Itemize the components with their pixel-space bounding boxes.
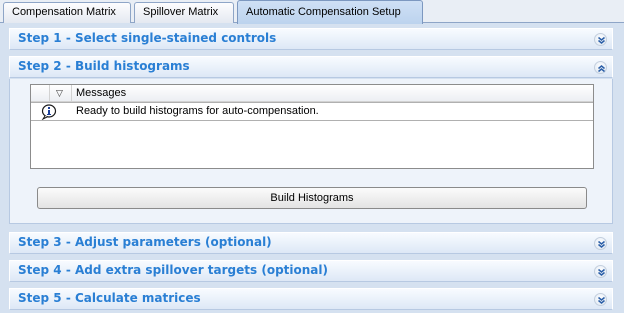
expand-chevron-icon[interactable]: [594, 237, 607, 250]
step-5-title: Step 5 - Calculate matrices: [18, 291, 201, 305]
table-row[interactable]: Ready to build histograms for auto-compe…: [31, 102, 593, 121]
step-2-title: Step 2 - Build histograms: [18, 59, 190, 73]
expand-chevron-icon[interactable]: [594, 293, 607, 306]
step-2-header[interactable]: Step 2 - Build histograms: [9, 56, 613, 78]
setup-panel: Step 1 - Select single-stained controls …: [0, 23, 624, 313]
info-icon: [41, 104, 59, 123]
messages-grid-header: ▽ Messages: [31, 85, 593, 102]
tab-compensation-matrix[interactable]: Compensation Matrix: [3, 2, 131, 23]
step-1-title: Step 1 - Select single-stained controls: [18, 31, 277, 45]
tab-automatic-compensation-setup[interactable]: Automatic Compensation Setup: [237, 0, 423, 24]
step-5-header[interactable]: Step 5 - Calculate matrices: [9, 288, 613, 310]
step-4-title: Step 4 - Add extra spillover targets (op…: [18, 263, 328, 277]
tab-spillover-matrix[interactable]: Spillover Matrix: [134, 2, 234, 23]
filter-triangle-icon[interactable]: ▽: [56, 88, 63, 99]
expand-chevron-icon[interactable]: [594, 33, 607, 46]
step-3-header[interactable]: Step 3 - Adjust parameters (optional): [9, 232, 613, 254]
step-4-header[interactable]: Step 4 - Add extra spillover targets (op…: [9, 260, 613, 282]
build-histograms-button[interactable]: Build Histograms: [37, 187, 587, 209]
filter-column[interactable]: ▽: [49, 85, 72, 102]
collapse-chevron-icon[interactable]: [594, 61, 607, 74]
step-3-title: Step 3 - Adjust parameters (optional): [18, 235, 272, 249]
tab-strip: Compensation Matrix Spillover Matrix Aut…: [0, 0, 624, 24]
message-text: Ready to build histograms for auto-compe…: [76, 105, 319, 117]
messages-grid[interactable]: ▽ Messages Ready to build histograms for…: [30, 84, 594, 169]
step-2-body: ▽ Messages Ready to build histograms for…: [9, 79, 613, 224]
messages-column-header[interactable]: Messages: [76, 87, 126, 99]
expand-chevron-icon[interactable]: [594, 265, 607, 278]
step-1-header[interactable]: Step 1 - Select single-stained controls: [9, 28, 613, 50]
